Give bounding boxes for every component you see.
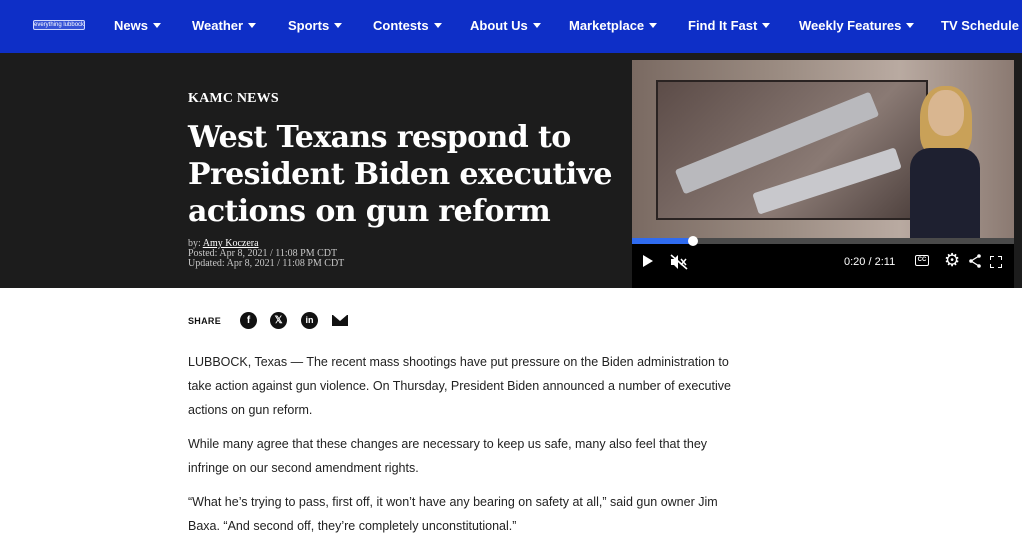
video-controls: 0:20 / 2:11 CC ⚙ xyxy=(632,246,1014,288)
nav-item-tv-schedule[interactable]: TV Schedule xyxy=(941,18,1019,33)
linkedin-icon[interactable]: in xyxy=(301,312,318,329)
video-progress-fill xyxy=(632,238,694,244)
chevron-down-icon xyxy=(152,23,161,28)
play-icon[interactable] xyxy=(643,255,653,267)
video-player[interactable]: 0:20 / 2:11 CC ⚙ xyxy=(632,60,1014,288)
nav-menu: News Weather Sports Contests About Us Ma… xyxy=(0,0,1022,53)
chevron-down-icon xyxy=(649,23,658,28)
article-paragraph: LUBBOCK, Texas — The recent mass shootin… xyxy=(188,355,731,417)
station-label[interactable]: KAMC NEWS xyxy=(188,91,279,107)
share-label: SHARE xyxy=(188,316,222,326)
gear-icon[interactable]: ⚙ xyxy=(944,251,960,269)
article-paragraph: While many agree that these changes are … xyxy=(188,437,708,475)
nav-item-find-it-fast[interactable]: Find It Fast xyxy=(688,18,771,33)
cc-icon[interactable]: CC xyxy=(915,255,929,266)
x-icon[interactable]: 𝕏 xyxy=(270,312,287,329)
nav-item-about-us[interactable]: About Us xyxy=(470,18,541,33)
nav-item-weather[interactable]: Weather xyxy=(192,18,257,33)
facebook-icon[interactable]: f xyxy=(240,312,257,329)
article-body: LUBBOCK, Texas — The recent mass shootin… xyxy=(188,350,738,547)
mail-icon[interactable] xyxy=(332,315,348,326)
updated-date: Updated: Apr 8, 2021 / 11:08 PM CDT xyxy=(188,258,345,269)
chevron-down-icon xyxy=(906,23,915,28)
nav-item-sports[interactable]: Sports xyxy=(288,18,343,33)
nav-item-weekly-features[interactable]: Weekly Features xyxy=(799,18,915,33)
nav-item-marketplace[interactable]: Marketplace xyxy=(569,18,658,33)
video-scene-reporter xyxy=(910,86,980,238)
share-icon[interactable] xyxy=(969,254,981,268)
article-meta: by: Amy Koczera Posted: Apr 8, 2021 / 11… xyxy=(188,239,344,269)
video-progress-handle[interactable] xyxy=(688,236,699,246)
chevron-down-icon xyxy=(532,23,541,28)
chevron-down-icon xyxy=(433,23,442,28)
video-time: 0:20 / 2:11 xyxy=(844,256,896,268)
article-paragraph: “What he’s trying to pass, first off, it… xyxy=(188,495,718,533)
chevron-down-icon xyxy=(248,23,257,28)
fullscreen-icon[interactable] xyxy=(989,255,1003,269)
top-navigation-bar: everything lubbock News Weather Sports C… xyxy=(0,0,1022,53)
video-progress-bar[interactable] xyxy=(632,236,1014,246)
chevron-down-icon xyxy=(762,23,771,28)
nav-item-contests[interactable]: Contests xyxy=(373,18,442,33)
nav-item-news[interactable]: News xyxy=(114,18,161,33)
video-frame[interactable] xyxy=(632,60,1014,238)
mute-icon[interactable] xyxy=(670,254,688,270)
article-headline: West Texans respond to President Biden e… xyxy=(188,120,613,229)
chevron-down-icon xyxy=(334,23,343,28)
